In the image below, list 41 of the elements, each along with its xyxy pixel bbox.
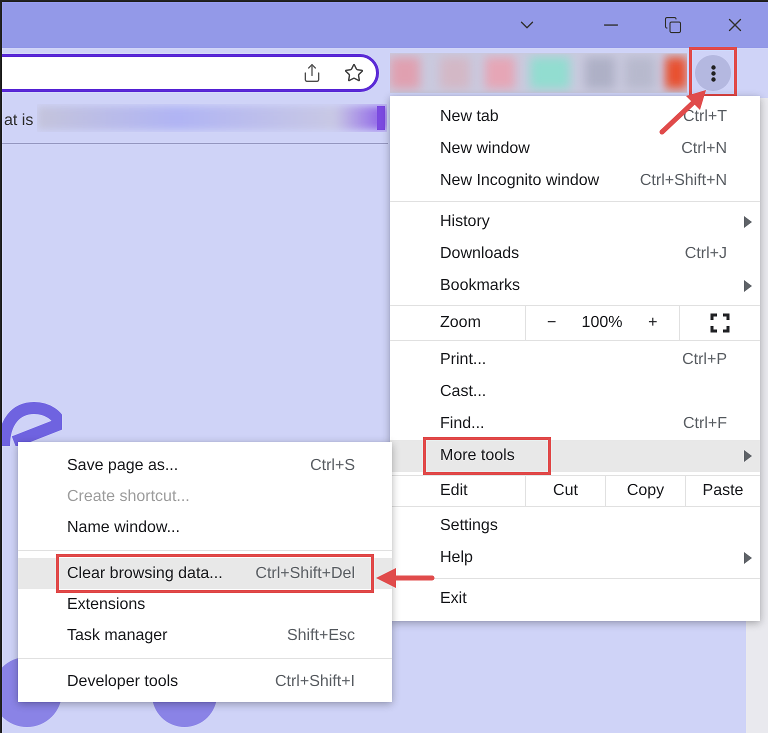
submenu-arrow-icon — [744, 280, 752, 292]
submenu-arrow-icon — [744, 216, 752, 228]
annotation-arrow — [374, 566, 436, 590]
share-icon[interactable] — [302, 63, 322, 83]
menu-item-label: Edit — [439, 481, 469, 501]
menu-item[interactable]: Extensions — [18, 589, 392, 620]
menu-item[interactable]: Settings — [390, 510, 760, 542]
edit-action-button[interactable]: Copy — [605, 476, 685, 506]
menu-item[interactable]: Task manager Shift+Esc — [18, 620, 392, 651]
bookmark-text: at is — [4, 111, 34, 131]
address-field[interactable] — [2, 54, 379, 92]
menu-item[interactable]: New window Ctrl+N — [390, 133, 760, 165]
more-icon — [710, 64, 716, 82]
star-icon[interactable] — [344, 63, 364, 83]
menu-item[interactable]: Clear browsing data... Ctrl+Shift+Del — [18, 558, 392, 589]
menu-button[interactable] — [695, 55, 731, 91]
submenu-arrow-icon — [744, 552, 752, 564]
menu-item[interactable]: Save page as... Ctrl+S — [18, 450, 392, 481]
menu-item[interactable]: Downloads Ctrl+J — [390, 238, 760, 270]
edit-action-button[interactable]: Cut — [525, 476, 605, 506]
menu-item[interactable]: Name window... — [18, 512, 392, 543]
logo-icon — [2, 402, 62, 446]
restore-icon[interactable] — [664, 16, 682, 34]
submenu-arrow-icon — [744, 450, 752, 462]
menu-item[interactable]: New Incognito window Ctrl+Shift+N — [390, 165, 760, 197]
menu-item[interactable]: Find... Ctrl+F — [390, 408, 760, 440]
menu-item[interactable]: History — [390, 206, 760, 238]
menu-item[interactable]: Exit — [390, 583, 760, 615]
menu-item[interactable]: New tab Ctrl+T — [390, 101, 760, 133]
menu-item[interactable]: More tools — [390, 440, 760, 472]
zoom-out-button[interactable]: − — [526, 311, 578, 335]
menu-item[interactable]: Cast... — [390, 376, 760, 408]
menu-item-label: Zoom — [439, 313, 482, 333]
menu-item[interactable]: Print... Ctrl+P — [390, 344, 760, 376]
edit-action-button[interactable]: Paste — [685, 476, 760, 506]
menu-item[interactable]: Developer tools Ctrl+Shift+I — [18, 666, 392, 697]
zoom-in-button[interactable]: + — [626, 311, 679, 335]
fullscreen-icon[interactable] — [710, 313, 730, 333]
menu-item[interactable]: Help — [390, 542, 760, 574]
menu-item[interactable]: Bookmarks — [390, 270, 760, 302]
zoom-level: 100% — [580, 313, 624, 333]
